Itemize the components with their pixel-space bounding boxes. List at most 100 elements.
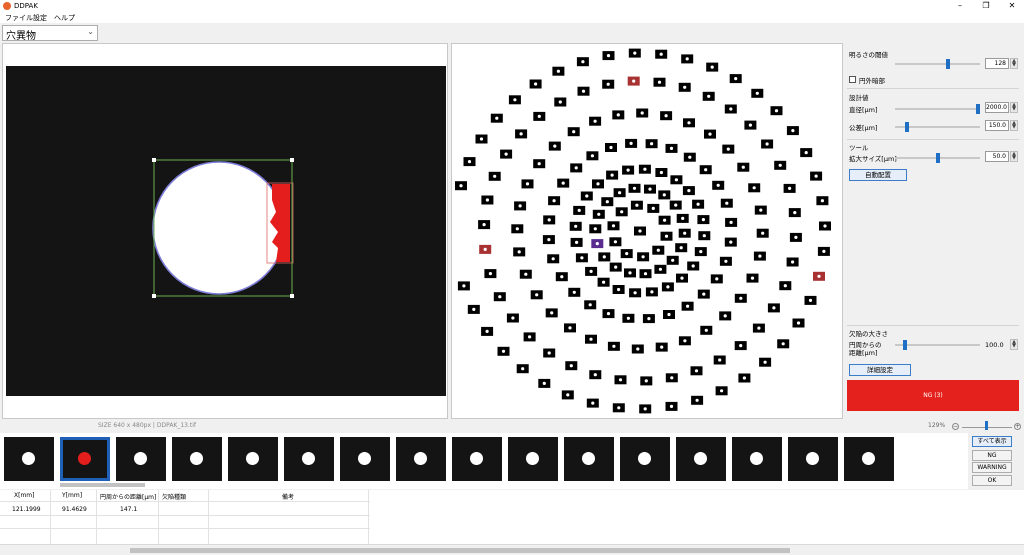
hole-marker[interactable] xyxy=(734,341,747,351)
hole-marker[interactable] xyxy=(609,237,622,247)
hole-marker[interactable] xyxy=(607,341,620,351)
hole-marker[interactable] xyxy=(511,224,524,234)
hole-marker[interactable] xyxy=(800,148,813,158)
hole-marker[interactable] xyxy=(620,249,633,259)
hole-marker[interactable] xyxy=(774,160,787,170)
hole-marker[interactable] xyxy=(788,208,801,218)
hole-marker[interactable] xyxy=(624,268,636,278)
hole-marker[interactable] xyxy=(564,323,576,333)
hole-marker[interactable] xyxy=(655,342,668,352)
hole-marker[interactable] xyxy=(816,196,829,206)
hole-marker[interactable] xyxy=(738,373,751,383)
hole-marker[interactable] xyxy=(725,217,738,227)
zoom-in-icon[interactable]: + xyxy=(1014,423,1021,430)
hole-marker[interactable] xyxy=(639,269,652,279)
hole-marker[interactable] xyxy=(592,179,604,189)
hole-marker[interactable] xyxy=(547,254,560,264)
hole-marker[interactable] xyxy=(569,221,582,231)
hole-marker[interactable] xyxy=(533,111,546,121)
hole-marker[interactable] xyxy=(628,183,641,193)
diameter-spinner[interactable]: ▲ ▼ xyxy=(1010,102,1018,113)
hole-marker[interactable] xyxy=(467,304,480,314)
filter-ok-button[interactable]: OK xyxy=(972,475,1012,486)
brightness-slider[interactable] xyxy=(895,59,980,69)
hole-marker[interactable] xyxy=(508,95,521,105)
filter-all-button[interactable]: すべて表示 xyxy=(972,436,1012,447)
hole-marker[interactable] xyxy=(533,159,546,169)
thumbnail-scrollbar[interactable] xyxy=(60,483,145,487)
hole-marker[interactable] xyxy=(734,293,747,303)
hole-marker[interactable] xyxy=(589,224,602,234)
hole-marker[interactable] xyxy=(622,313,635,323)
diameter-slider-thumb[interactable] xyxy=(976,104,980,114)
hole-marker[interactable] xyxy=(660,231,673,241)
hole-marker[interactable] xyxy=(682,186,695,196)
hole-marker[interactable] xyxy=(586,398,599,408)
tolerance-spinner[interactable]: ▲ ▼ xyxy=(1010,120,1018,131)
hole-marker[interactable] xyxy=(481,326,494,336)
hole-marker[interactable] xyxy=(690,366,703,376)
maximize-button[interactable]: ❐ xyxy=(977,1,995,11)
table-scrollbar-thumb[interactable] xyxy=(130,548,790,553)
auto-layout-button[interactable]: 自動配置 xyxy=(849,169,907,181)
hole-marker[interactable] xyxy=(580,191,593,201)
hole-marker[interactable] xyxy=(687,261,700,271)
hole-marker[interactable] xyxy=(748,183,761,193)
hole-marker[interactable] xyxy=(585,334,597,344)
hole-marker[interactable] xyxy=(770,106,783,116)
hole-marker[interactable] xyxy=(713,355,726,365)
hole-marker[interactable] xyxy=(552,66,565,76)
hole-marker[interactable] xyxy=(530,290,543,300)
hole-marker[interactable] xyxy=(589,370,602,380)
hole-marker[interactable] xyxy=(654,264,667,274)
hole-marker[interactable] xyxy=(792,318,805,328)
hole-marker[interactable] xyxy=(665,401,678,411)
hole-marker[interactable] xyxy=(804,295,817,305)
hole-marker[interactable] xyxy=(678,336,691,346)
hole-marker[interactable] xyxy=(697,215,710,225)
roi-handle-tr[interactable] xyxy=(290,158,294,162)
hole-marker[interactable] xyxy=(543,348,556,358)
hole-marker[interactable] xyxy=(817,246,830,256)
thumbnail-item[interactable] xyxy=(116,437,166,481)
hole-marker[interactable] xyxy=(614,375,627,385)
hole-marker[interactable] xyxy=(702,91,715,101)
hole-marker[interactable] xyxy=(810,171,823,181)
hole-marker[interactable] xyxy=(519,269,532,279)
hole-marker[interactable] xyxy=(630,200,643,210)
thumbnail-item[interactable] xyxy=(732,437,782,481)
magnify-input[interactable]: 50.0 xyxy=(985,151,1009,162)
hole-marker[interactable] xyxy=(601,197,614,207)
hole-marker-ng[interactable] xyxy=(813,271,825,281)
hole-marker[interactable] xyxy=(622,165,635,175)
inspection-mode-select[interactable]: 穴異物 ⌄ xyxy=(2,25,98,42)
hole-marker[interactable] xyxy=(606,170,619,180)
hole-marker[interactable] xyxy=(497,346,510,356)
thumbnail-item[interactable] xyxy=(228,437,278,481)
zoom-slider-thumb[interactable] xyxy=(985,421,988,430)
hole-marker[interactable] xyxy=(488,171,501,181)
hole-marker[interactable] xyxy=(555,272,568,282)
hole-marker[interactable] xyxy=(752,323,765,333)
hole-marker[interactable] xyxy=(719,311,732,321)
hole-marker[interactable] xyxy=(756,228,769,238)
hole-marker[interactable] xyxy=(658,215,671,225)
hole-marker[interactable] xyxy=(699,165,712,175)
hole-marker[interactable] xyxy=(484,269,497,279)
hole-marker[interactable] xyxy=(463,157,476,167)
hole-marker[interactable] xyxy=(691,395,704,405)
diameter-slider[interactable] xyxy=(895,104,980,114)
hole-marker[interactable] xyxy=(645,287,658,297)
hole-marker[interactable] xyxy=(640,376,653,386)
hole-marker[interactable] xyxy=(663,310,675,319)
hole-marker[interactable] xyxy=(612,110,625,120)
hole-marker[interactable] xyxy=(602,79,615,89)
thumbnail-item[interactable] xyxy=(396,437,446,481)
hole-marker[interactable] xyxy=(515,129,528,139)
hole-marker[interactable] xyxy=(628,48,641,58)
thumbnail-item-selected[interactable] xyxy=(60,437,110,481)
hole-marker[interactable] xyxy=(548,196,561,206)
hole-marker[interactable] xyxy=(615,207,628,217)
hole-marker[interactable] xyxy=(637,252,650,262)
hole-marker[interactable] xyxy=(490,113,503,123)
